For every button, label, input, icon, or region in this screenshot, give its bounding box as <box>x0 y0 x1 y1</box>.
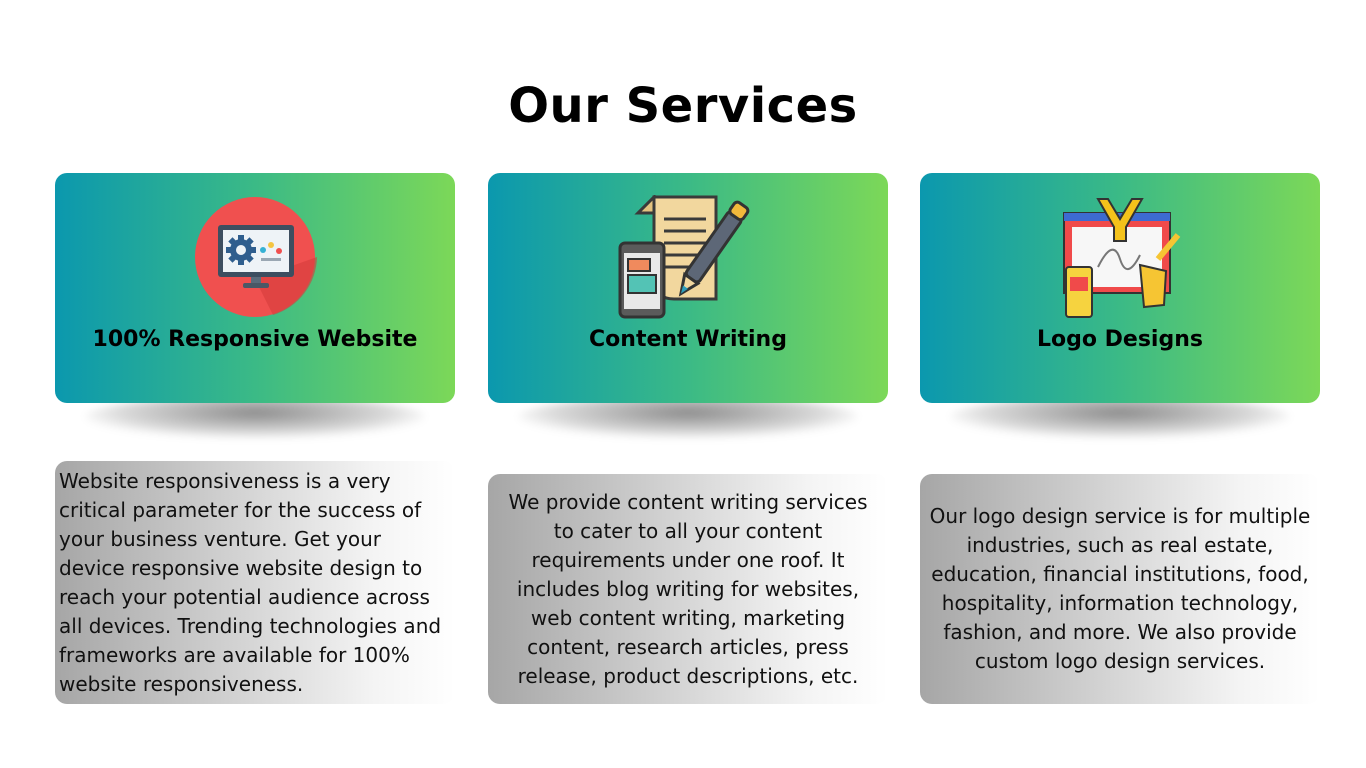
logo-design-canvas-icon <box>1058 197 1182 325</box>
service-description-box: We provide content writing services to c… <box>488 474 888 704</box>
service-description: Website responsiveness is a very critica… <box>59 468 442 696</box>
service-title: 100% Responsive Website <box>92 327 418 352</box>
service-title: Content Writing <box>589 327 787 352</box>
document-pen-phone-icon <box>616 193 760 323</box>
service-card-logo-designs[interactable]: Logo Designs <box>920 173 1320 403</box>
service-description-box: Website responsiveness is a very critica… <box>55 461 455 704</box>
service-description-box: Our logo design service is for multiple … <box>920 474 1320 704</box>
service-description: We provide content writing services to c… <box>508 489 868 688</box>
service-card-content-writing[interactable]: Content Writing <box>488 173 888 403</box>
service-title: Logo Designs <box>1037 327 1203 352</box>
service-card-responsive-website[interactable]: 100% Responsive Website <box>55 173 455 403</box>
service-description: Our logo design service is for multiple … <box>929 504 1311 673</box>
page-title: Our Services <box>508 78 858 134</box>
monitor-gear-icon <box>193 195 317 323</box>
